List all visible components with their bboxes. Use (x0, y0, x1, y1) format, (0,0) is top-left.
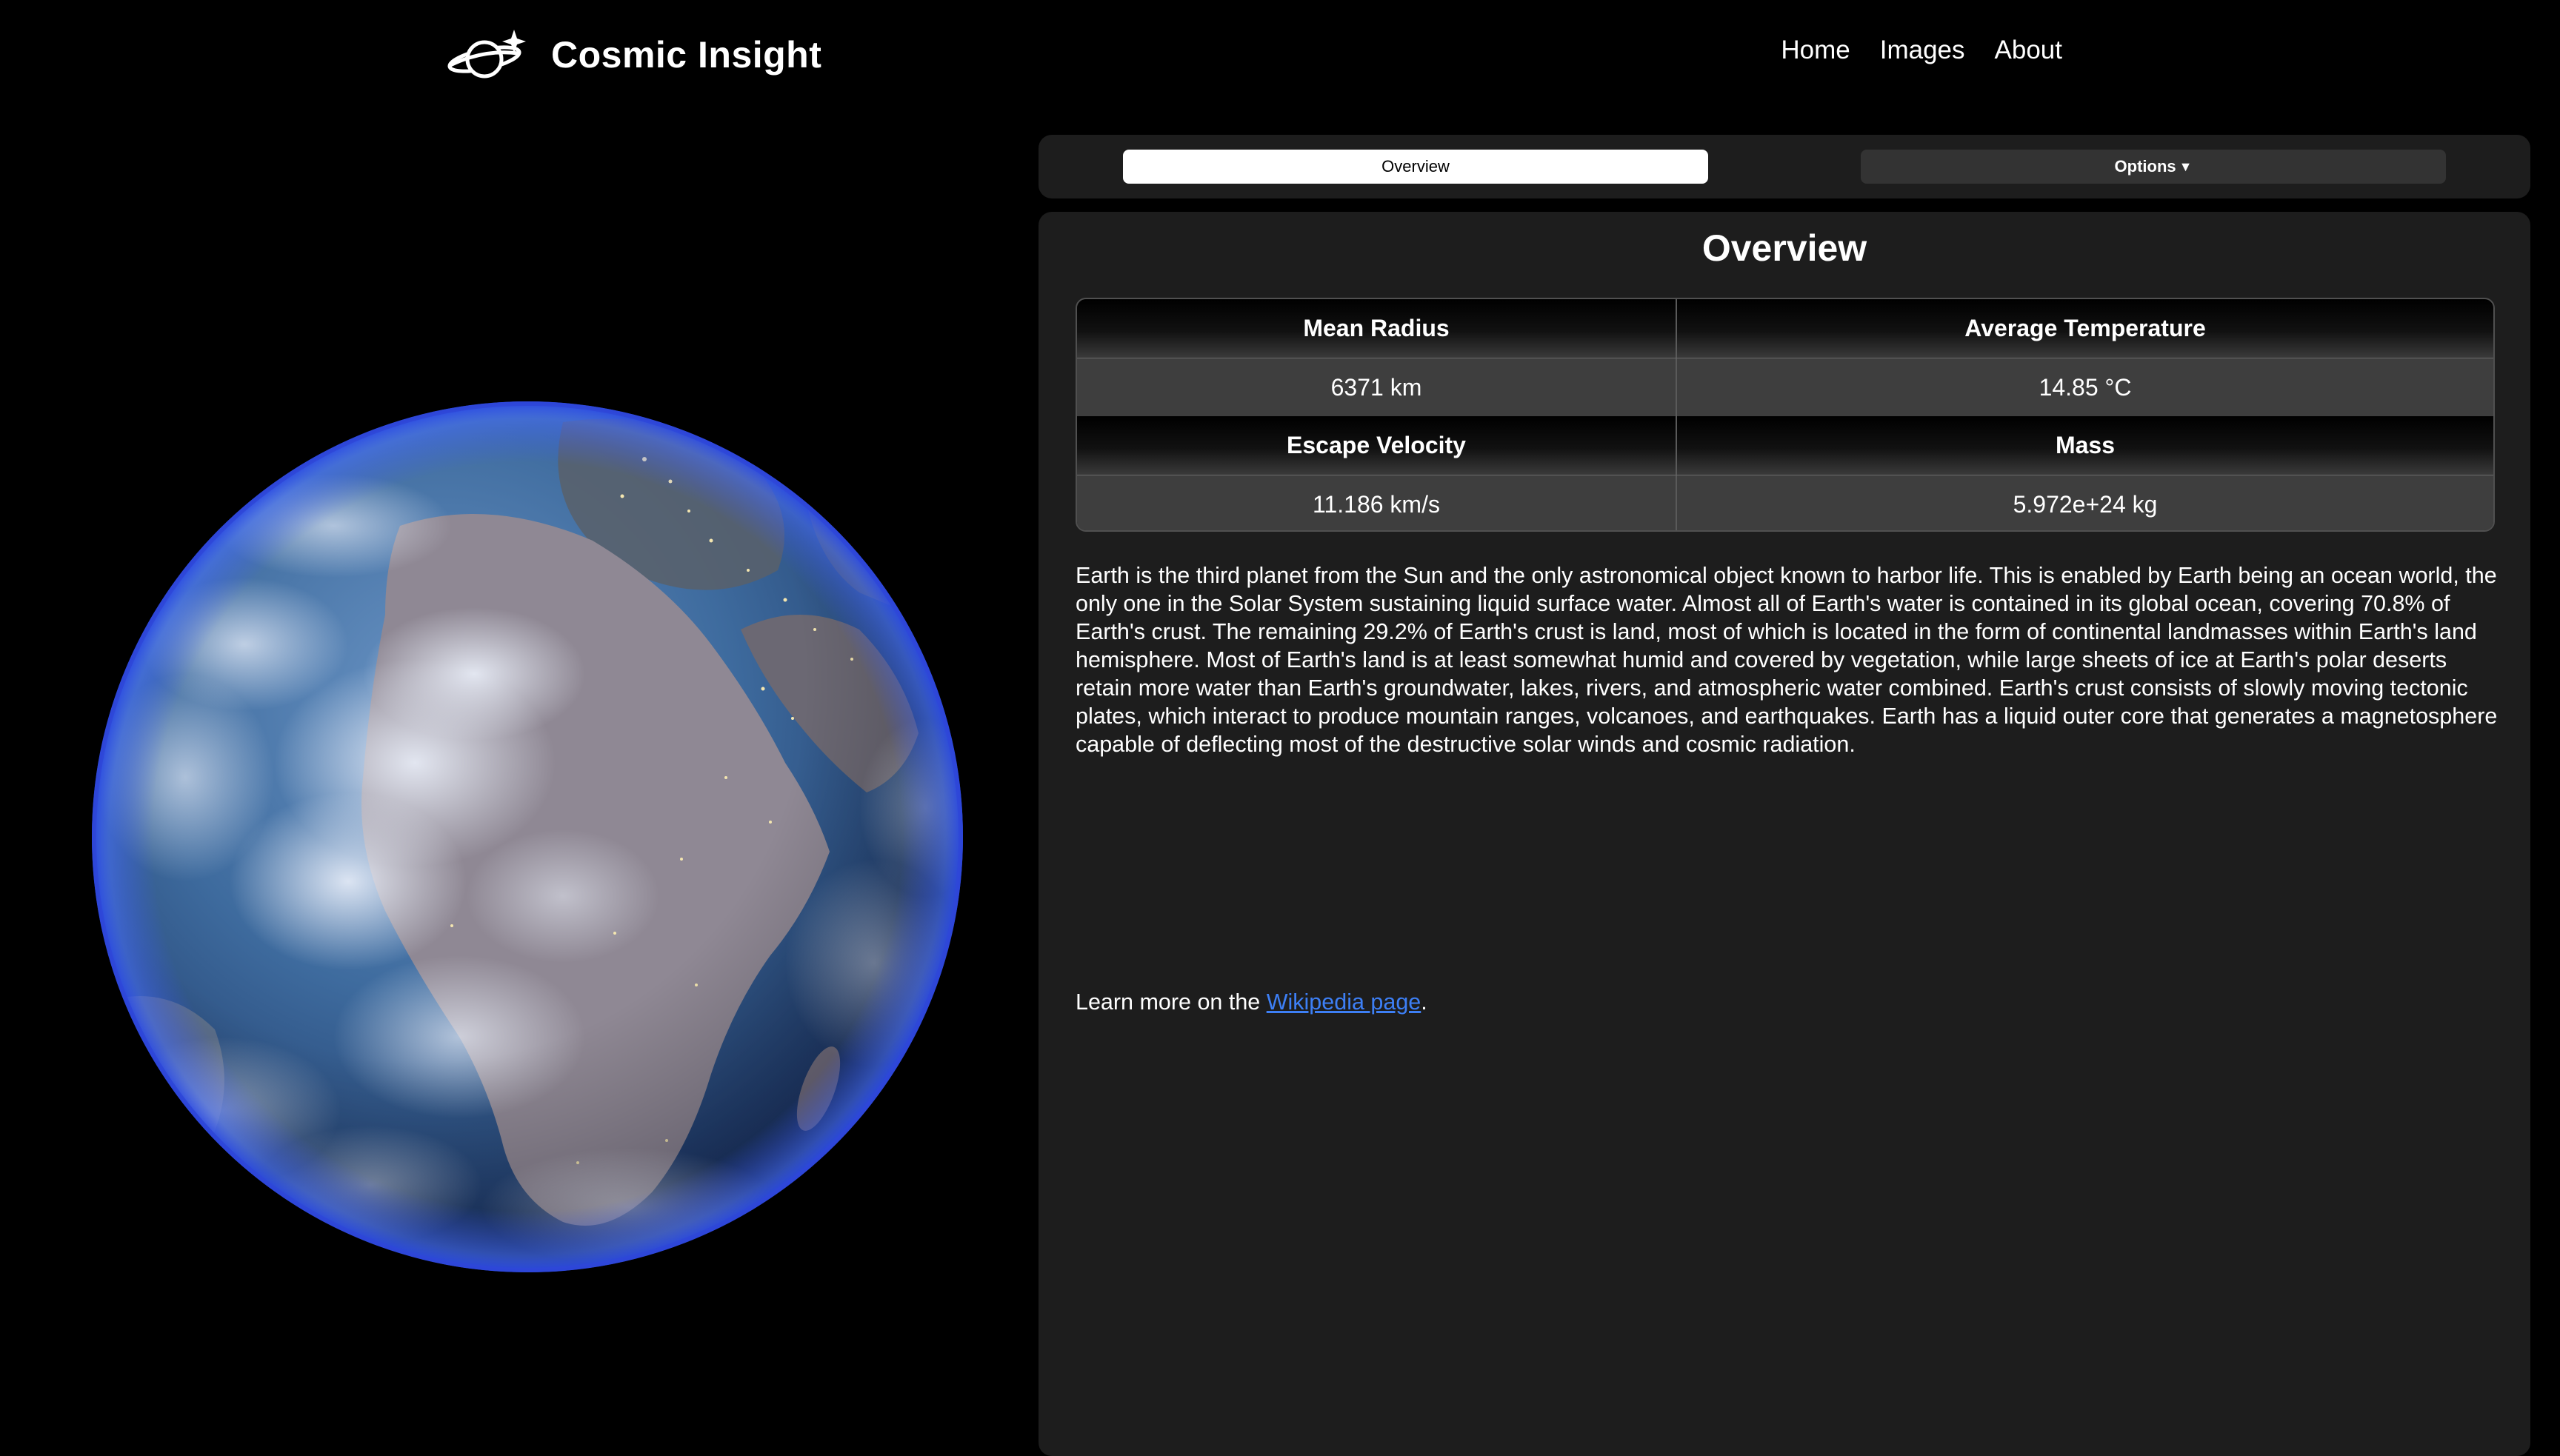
site-header: Cosmic Insight Home Images About (0, 0, 2560, 111)
table-row: 6371 km 14.85 °C (1077, 358, 2493, 416)
stats-table: Mean Radius Average Temperature 6371 km … (1076, 298, 2495, 532)
wikipedia-link[interactable]: Wikipedia page (1267, 989, 1421, 1015)
overview-panel: Overview Mean Radius Average Temperature… (1039, 212, 2530, 1456)
table-header-row: Escape Velocity Mass (1077, 416, 2493, 475)
stat-value-mass: 5.972e+24 kg (2013, 490, 2158, 518)
options-dropdown-button[interactable]: Options ▼ (1861, 150, 2446, 184)
stat-value-escape-velocity: 11.186 km/s (1077, 475, 1677, 530)
planet-description: Earth is the third planet from the Sun a… (1076, 563, 2498, 757)
brand-name: Cosmic Insight (551, 34, 822, 76)
main-nav: Home Images About (1781, 36, 2062, 65)
nav-home-link[interactable]: Home (1781, 36, 1850, 65)
table-header-row: Mean Radius Average Temperature (1077, 299, 2493, 358)
options-label: Options (2114, 157, 2176, 176)
earth-globe-image (92, 401, 963, 1272)
tab-bar: Overview Options ▼ (1039, 135, 2530, 198)
nav-images-link[interactable]: Images (1880, 36, 1965, 65)
planet-with-star-icon (447, 30, 526, 79)
stat-value-mean-radius: 6371 km (1077, 358, 1677, 416)
nav-about-link[interactable]: About (1995, 36, 2062, 65)
planet-viewer[interactable] (0, 111, 1037, 1449)
tab-overview-label: Overview (1381, 157, 1450, 176)
learn-more-suffix: . (1421, 989, 1427, 1015)
stat-value-average-temperature: 14.85 °C (2039, 373, 2132, 401)
caret-down-icon: ▼ (2179, 158, 2193, 174)
tab-overview[interactable]: Overview (1123, 150, 1708, 184)
stat-label-average-temperature: Average Temperature (1964, 315, 2206, 341)
stat-label-escape-velocity: Escape Velocity (1077, 416, 1677, 475)
learn-more-prefix: Learn more on the (1076, 989, 1267, 1015)
brand-logo[interactable]: Cosmic Insight (447, 27, 821, 83)
panel-title: Overview (1701, 227, 1867, 269)
stat-label-mass: Mass (2055, 432, 2116, 458)
learn-more-text: Learn more on the Wikipedia page. (1076, 988, 1427, 1016)
table-row: 11.186 km/s 5.972e+24 kg (1077, 475, 2493, 530)
stat-label-mean-radius: Mean Radius (1077, 299, 1677, 358)
